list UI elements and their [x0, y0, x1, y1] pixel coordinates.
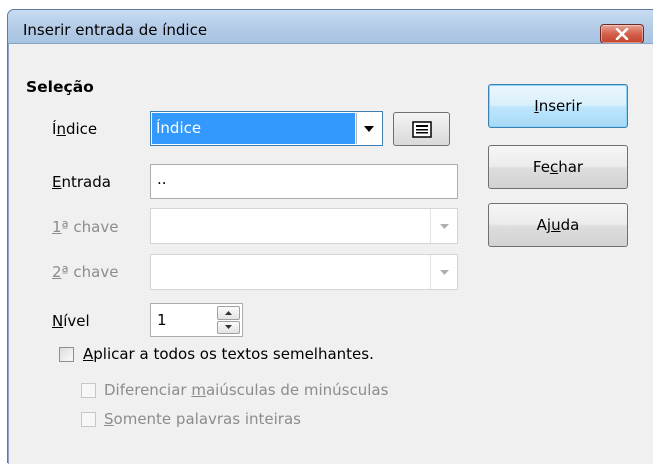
level-spinner[interactable]: 1: [150, 303, 243, 337]
section-heading-selection: Seleção: [26, 78, 94, 96]
entry-input[interactable]: ..: [150, 164, 458, 199]
entry-label: Entrada: [52, 173, 111, 191]
apply-all-label[interactable]: Aplicar a todos os textos semelhantes.: [83, 345, 374, 363]
second-key-dropdown-button[interactable]: [430, 255, 457, 289]
index-select-value: Índice: [152, 113, 355, 144]
level-label: Nível: [52, 312, 90, 330]
chevron-down-icon: [364, 125, 374, 132]
level-value: 1: [157, 311, 167, 329]
second-key-label: 2ª chave: [52, 263, 119, 281]
index-entry-icon: [411, 120, 432, 138]
window-title: Inserir entrada de índice: [23, 21, 208, 39]
match-case-checkbox[interactable]: [81, 383, 96, 398]
spin-up-icon: [225, 310, 232, 315]
apply-all-checkbox[interactable]: [59, 347, 74, 362]
entry-input-value: ..: [157, 170, 167, 188]
level-decrement-button[interactable]: [217, 320, 240, 334]
first-key-label: 1ª chave: [52, 218, 119, 236]
insert-button[interactable]: Inserir: [488, 84, 628, 128]
spin-down-icon: [225, 325, 232, 330]
close-icon: [615, 28, 629, 40]
help-button[interactable]: Aj u da: [488, 203, 628, 247]
close-button[interactable]: Fe c har: [488, 145, 628, 189]
whole-words-checkbox[interactable]: [81, 412, 96, 427]
first-key-dropdown-button[interactable]: [430, 209, 457, 243]
index-select[interactable]: Índice: [150, 111, 383, 146]
index-label: Índice: [52, 120, 98, 138]
second-key-select[interactable]: [150, 254, 458, 290]
level-increment-button[interactable]: [217, 306, 240, 320]
whole-words-label[interactable]: Somente palavras inteiras: [104, 410, 301, 428]
chevron-down-icon: [439, 223, 449, 229]
title-bar[interactable]: Inserir entrada de índice: [8, 10, 653, 44]
new-user-index-button[interactable]: [393, 112, 450, 146]
first-key-select[interactable]: [150, 208, 458, 244]
match-case-label[interactable]: Diferenciar maiúsculas de minúsculas: [104, 381, 388, 399]
chevron-down-icon: [439, 269, 449, 275]
index-select-dropdown-button[interactable]: [356, 113, 381, 144]
close-window-button[interactable]: [600, 24, 644, 44]
